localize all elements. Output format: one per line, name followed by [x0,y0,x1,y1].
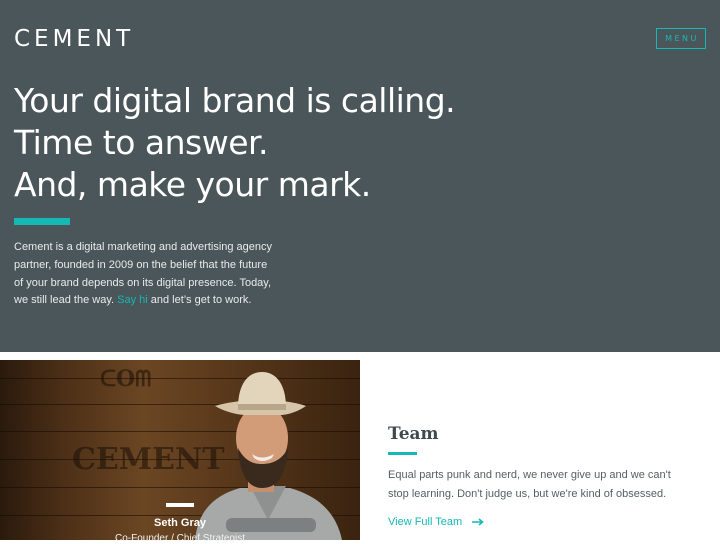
team-heading: Team [388,424,439,444]
headline-line-3: And, make your mark. [14,165,371,204]
headline-line-1: Your digital brand is calling. [14,81,456,120]
say-hi-link[interactable]: Say hi [117,294,148,306]
team-description: Equal parts punk and nerd, we never give… [388,469,671,500]
view-full-team-link[interactable]: View Full Team [388,516,484,528]
menu-button[interactable]: MENU [656,28,706,49]
person-portrait [195,372,342,540]
intro-text-end: and let’s get to work. [147,294,252,307]
headline-line-2: Time to answer. [14,123,269,162]
team-member-role: Co-Founder / Chief Strategist [114,533,246,544]
arrow-right-icon [472,518,484,526]
hero-headline: Your digital brand is calling. Time to a… [14,80,574,206]
team-photo: CEMENT ᑕOᗰ [0,360,360,540]
hero-section: CEMENT MENU Your digital brand is callin… [0,0,720,352]
team-accent-divider [388,452,417,455]
accent-divider [14,218,70,225]
view-full-team-label: View Full Team [388,516,463,528]
cement-logo[interactable]: CEMENT [14,26,134,52]
team-member-name: Seth Gray [154,517,206,529]
caption-divider [166,503,194,507]
hero-intro-text: Cement is a digital marketing and advert… [14,239,276,310]
